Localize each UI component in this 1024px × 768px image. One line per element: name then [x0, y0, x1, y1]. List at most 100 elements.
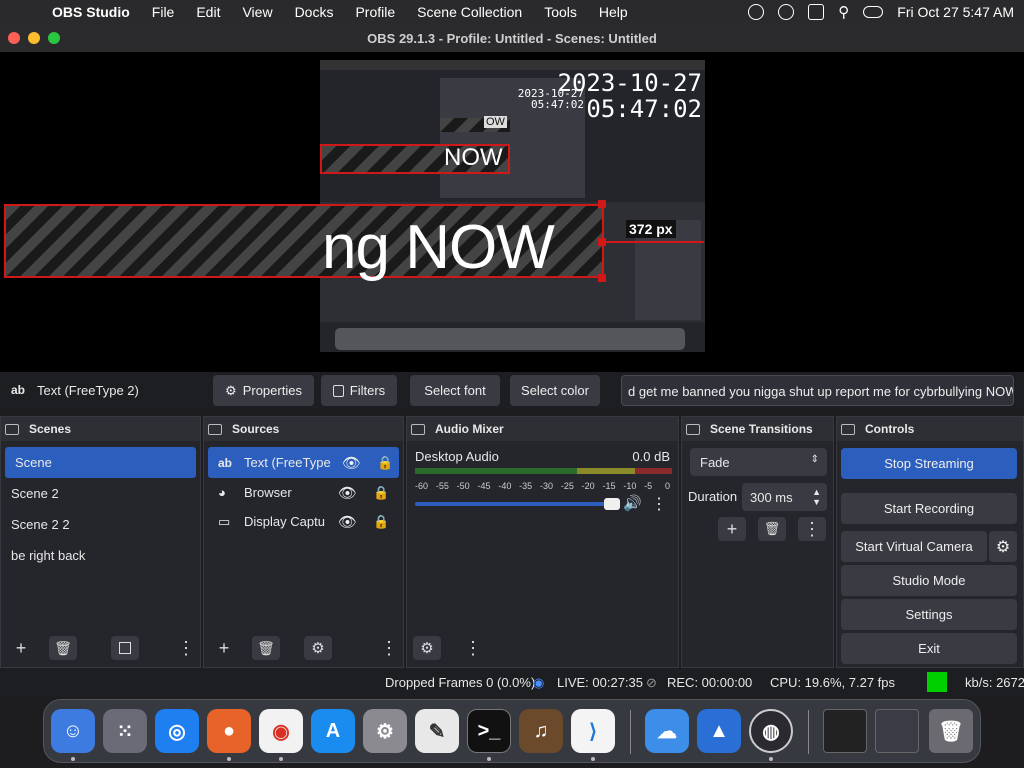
firefox-icon[interactable]: ●: [207, 709, 251, 753]
scene-item[interactable]: Scene 2 2: [1, 509, 200, 540]
dock-icon[interactable]: [841, 423, 855, 435]
menu-scene-collection[interactable]: Scene Collection: [417, 4, 522, 20]
speaker-icon[interactable]: 🔊: [623, 494, 642, 512]
play-status-icon[interactable]: [778, 4, 795, 20]
virtual-camera-settings-button[interactable]: ⚙: [989, 531, 1017, 562]
minimize-window-button[interactable]: [28, 32, 40, 44]
visibility-eye-icon[interactable]: 👁: [342, 454, 361, 472]
studio-mode-button[interactable]: Studio Mode: [841, 565, 1017, 596]
text-source-icon: ab: [11, 383, 26, 397]
obs-icon[interactable]: ◍: [749, 709, 793, 753]
select-color-button[interactable]: Select color: [510, 375, 600, 406]
visibility-eye-icon[interactable]: 👁: [338, 484, 357, 502]
stop-streaming-button[interactable]: Stop Streaming: [841, 448, 1017, 479]
remove-scene-button[interactable]: 🗑: [49, 636, 77, 660]
trash-icon[interactable]: 🗑: [929, 709, 973, 753]
textedit-icon[interactable]: ✎: [415, 709, 459, 753]
gear-icon: ⚙: [225, 382, 237, 398]
close-window-button[interactable]: [8, 32, 20, 44]
menu-file[interactable]: File: [152, 4, 175, 20]
stepper-arrows-icon: ▲ ▼: [812, 487, 821, 507]
remove-transition-button[interactable]: 🗑: [758, 517, 786, 541]
kebab-menu-icon[interactable]: ⋮: [651, 494, 667, 514]
launchpad-icon[interactable]: ⁙: [103, 709, 147, 753]
finder-icon[interactable]: ☺: [51, 709, 95, 753]
lock-icon[interactable]: 🔒: [377, 455, 393, 471]
plus-icon: +: [218, 637, 230, 658]
add-transition-button[interactable]: +: [718, 517, 746, 541]
remove-source-button[interactable]: 🗑: [252, 636, 280, 660]
control-center-icon[interactable]: [863, 6, 884, 18]
menu-edit[interactable]: Edit: [196, 4, 220, 20]
menu-docks[interactable]: Docks: [295, 4, 334, 20]
scenes-dock: Scenes Scene Scene 2 Scene 2 2 be right …: [0, 416, 201, 668]
settings-button[interactable]: Settings: [841, 599, 1017, 630]
select-font-button[interactable]: Select font: [410, 375, 500, 406]
menu-help[interactable]: Help: [599, 4, 628, 20]
filter-icon: [119, 642, 131, 654]
maximize-window-button[interactable]: [48, 32, 60, 44]
meter-tick-label: -50: [456, 481, 470, 491]
garageband-icon[interactable]: ♫: [519, 709, 563, 753]
menubar-clock[interactable]: Fri Oct 27 5:47 AM: [897, 4, 1014, 20]
vscode-icon[interactable]: ⟩: [571, 709, 615, 753]
scene-filters-button[interactable]: [111, 636, 139, 660]
keynote-icon[interactable]: ▲: [697, 709, 741, 753]
obs-status-icon[interactable]: [748, 4, 765, 20]
dock-icon[interactable]: [686, 423, 700, 435]
lock-icon[interactable]: 🔒: [373, 485, 389, 501]
source-item[interactable]: ◕ Browser 👁 🔒: [204, 478, 403, 507]
mixer-menu-button[interactable]: ⋮: [464, 636, 482, 660]
scene-item[interactable]: Scene: [5, 447, 196, 478]
mixer-channel-name: Desktop Audio: [415, 449, 499, 464]
properties-button[interactable]: ⚙ Properties: [213, 375, 314, 406]
safari-icon[interactable]: ◎: [155, 709, 199, 753]
source-item[interactable]: ab Text (FreeType 👁 🔒: [208, 447, 399, 478]
transition-menu-button[interactable]: ⋮: [798, 517, 826, 541]
selected-source-name: Text (FreeType 2): [37, 383, 139, 398]
chrome-icon[interactable]: ◉: [259, 709, 303, 753]
dock-icon[interactable]: [208, 423, 222, 435]
screen-mirror-icon[interactable]: [808, 4, 825, 20]
source-properties-button[interactable]: ⚙: [304, 636, 332, 660]
source-item[interactable]: ▭ Display Captu 👁 🔒: [204, 507, 403, 536]
scene-menu-button[interactable]: ⋮: [177, 636, 195, 660]
volume-slider-knob[interactable]: [604, 498, 620, 510]
duration-stepper[interactable]: 300 ms ▲ ▼: [742, 483, 827, 511]
nested-clock: 2023-10-27 05:47:02: [500, 88, 584, 110]
weather-icon[interactable]: ☁: [645, 709, 689, 753]
meter-tick-label: -10: [623, 481, 637, 491]
dock-icon[interactable]: [411, 423, 425, 435]
menu-obs-studio[interactable]: OBS Studio: [52, 4, 130, 20]
source-menu-button[interactable]: ⋮: [380, 636, 398, 660]
transition-select[interactable]: Fade ⇕: [690, 448, 827, 476]
add-scene-button[interactable]: +: [7, 636, 35, 660]
menu-profile[interactable]: Profile: [355, 4, 395, 20]
scene-item[interactable]: Scene 2: [1, 478, 200, 509]
filters-button[interactable]: Filters: [321, 375, 397, 406]
volume-slider[interactable]: [415, 502, 620, 506]
preview-canvas[interactable]: 372 px ng NOW NOW OW 2023-10-27 05:47:02…: [0, 52, 1024, 372]
start-recording-button[interactable]: Start Recording: [841, 493, 1017, 524]
visibility-eye-icon[interactable]: 👁: [338, 513, 357, 531]
mixer-settings-button[interactable]: ⚙: [413, 636, 441, 660]
start-virtual-camera-button[interactable]: Start Virtual Camera: [841, 531, 987, 562]
trash-icon: 🗑: [763, 521, 781, 536]
dock-icon[interactable]: [5, 423, 19, 435]
lock-icon[interactable]: 🔒: [373, 514, 389, 530]
terminal-icon[interactable]: >_: [467, 709, 511, 753]
add-source-button[interactable]: +: [210, 636, 238, 660]
search-icon[interactable]: ⚲: [838, 3, 849, 21]
menu-tools[interactable]: Tools: [544, 4, 577, 20]
kebab-menu-icon: ⋮: [803, 518, 821, 539]
chrome-window-thumbnail[interactable]: [875, 709, 919, 753]
app-store-icon[interactable]: A: [311, 709, 355, 753]
resize-handle-bottom-right[interactable]: [598, 274, 606, 282]
scene-item[interactable]: be right back: [1, 540, 200, 571]
text-source-input[interactable]: d get me banned you nigga shut up report…: [621, 375, 1014, 406]
exit-button[interactable]: Exit: [841, 633, 1017, 664]
menu-view[interactable]: View: [242, 4, 272, 20]
terminal-window-thumbnail[interactable]: [823, 709, 867, 753]
system-settings-icon[interactable]: ⚙: [363, 709, 407, 753]
resize-handle-top-right[interactable]: [598, 200, 606, 208]
